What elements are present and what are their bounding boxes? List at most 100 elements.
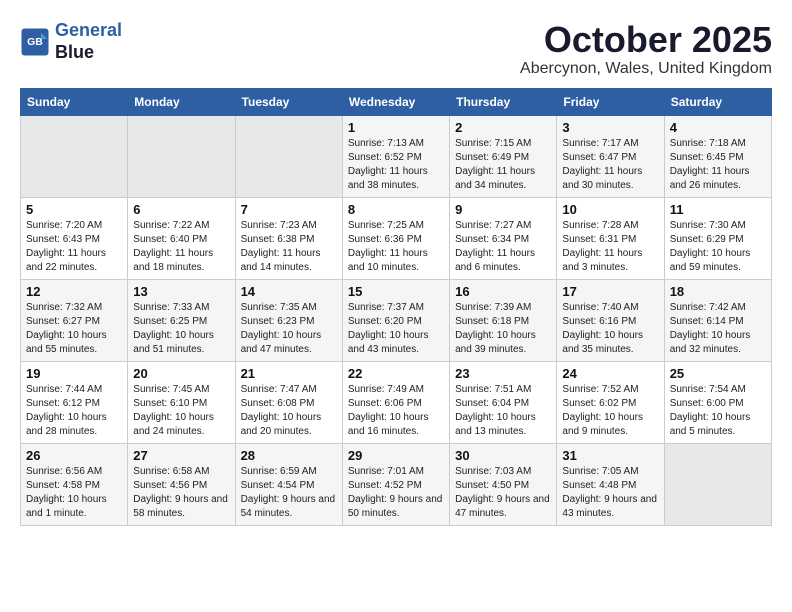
day-number: 27	[133, 448, 229, 463]
day-info: Sunrise: 7:18 AMSunset: 6:45 PMDaylight:…	[670, 137, 766, 193]
day-info: Sunrise: 7:05 AMSunset: 4:48 PMDaylight:…	[562, 465, 658, 521]
day-info: Sunrise: 6:58 AMSunset: 4:56 PMDaylight:…	[133, 465, 229, 521]
day-number: 18	[670, 284, 766, 299]
day-info: Sunrise: 7:37 AMSunset: 6:20 PMDaylight:…	[348, 301, 444, 357]
day-info: Sunrise: 7:15 AMSunset: 6:49 PMDaylight:…	[455, 137, 551, 193]
day-info: Sunrise: 7:51 AMSunset: 6:04 PMDaylight:…	[455, 383, 551, 439]
day-info: Sunrise: 7:17 AMSunset: 6:47 PMDaylight:…	[562, 137, 658, 193]
day-number: 12	[26, 284, 122, 299]
day-info: Sunrise: 7:45 AMSunset: 6:10 PMDaylight:…	[133, 383, 229, 439]
day-info: Sunrise: 6:56 AMSunset: 4:58 PMDaylight:…	[26, 465, 122, 521]
calendar-cell: 10 Sunrise: 7:28 AMSunset: 6:31 PMDayligh…	[557, 197, 664, 279]
day-info: Sunrise: 7:47 AMSunset: 6:08 PMDaylight:…	[241, 383, 337, 439]
calendar-cell: 25 Sunrise: 7:54 AMSunset: 6:00 PMDayligh…	[664, 361, 771, 443]
day-number: 16	[455, 284, 551, 299]
day-info: Sunrise: 7:30 AMSunset: 6:29 PMDaylight:…	[670, 219, 766, 275]
calendar-cell: 7 Sunrise: 7:23 AMSunset: 6:38 PMDaylight…	[235, 197, 342, 279]
day-info: Sunrise: 7:49 AMSunset: 6:06 PMDaylight:…	[348, 383, 444, 439]
day-number: 25	[670, 366, 766, 381]
calendar-cell: 22 Sunrise: 7:49 AMSunset: 6:06 PMDayligh…	[342, 361, 449, 443]
day-info: Sunrise: 7:40 AMSunset: 6:16 PMDaylight:…	[562, 301, 658, 357]
day-number: 13	[133, 284, 229, 299]
calendar-cell: 29Sunrise: 7:01 AMSunset: 4:52 PMDayligh…	[342, 443, 449, 525]
calendar-cell: 3 Sunrise: 7:17 AMSunset: 6:47 PMDaylight…	[557, 115, 664, 197]
calendar-cell: 20 Sunrise: 7:45 AMSunset: 6:10 PMDayligh…	[128, 361, 235, 443]
calendar-cell: 16Sunrise: 7:39 AMSunset: 6:18 PMDayligh…	[450, 279, 557, 361]
calendar-cell	[21, 115, 128, 197]
day-number: 20	[133, 366, 229, 381]
day-info: Sunrise: 7:42 AMSunset: 6:14 PMDaylight:…	[670, 301, 766, 357]
calendar-cell	[128, 115, 235, 197]
calendar-cell: 13 Sunrise: 7:33 AMSunset: 6:25 PMDayligh…	[128, 279, 235, 361]
day-info: Sunrise: 7:35 AMSunset: 6:23 PMDaylight:…	[241, 301, 337, 357]
calendar-cell: 31 Sunrise: 7:05 AMSunset: 4:48 PMDayligh…	[557, 443, 664, 525]
day-number: 9	[455, 202, 551, 217]
weekday-header: Friday	[557, 88, 664, 115]
day-number: 1	[348, 120, 444, 135]
calendar-cell: 1Sunrise: 7:13 AMSunset: 6:52 PMDaylight…	[342, 115, 449, 197]
day-number: 17	[562, 284, 658, 299]
calendar-cell: 6 Sunrise: 7:22 AMSunset: 6:40 PMDaylight…	[128, 197, 235, 279]
day-number: 22	[348, 366, 444, 381]
title-block: October 2025 Abercynon, Wales, United Ki…	[520, 20, 772, 78]
weekday-header: Sunday	[21, 88, 128, 115]
day-number: 19	[26, 366, 122, 381]
day-info: Sunrise: 7:28 AMSunset: 6:31 PMDaylight:…	[562, 219, 658, 275]
day-number: 10	[562, 202, 658, 217]
day-number: 11	[670, 202, 766, 217]
calendar-cell: 19 Sunrise: 7:44 AMSunset: 6:12 PMDayligh…	[21, 361, 128, 443]
day-info: Sunrise: 7:03 AMSunset: 4:50 PMDaylight:…	[455, 465, 551, 521]
calendar-cell: 26 Sunrise: 6:56 AMSunset: 4:58 PMDayligh…	[21, 443, 128, 525]
calendar-cell: 5 Sunrise: 7:20 AMSunset: 6:43 PMDaylight…	[21, 197, 128, 279]
weekday-header: Thursday	[450, 88, 557, 115]
calendar-cell: 23 Sunrise: 7:51 AMSunset: 6:04 PMDayligh…	[450, 361, 557, 443]
calendar-cell	[664, 443, 771, 525]
calendar-cell: 12 Sunrise: 7:32 AMSunset: 6:27 PMDayligh…	[21, 279, 128, 361]
day-number: 31	[562, 448, 658, 463]
weekday-header: Tuesday	[235, 88, 342, 115]
calendar-cell: 11 Sunrise: 7:30 AMSunset: 6:29 PMDayligh…	[664, 197, 771, 279]
day-number: 14	[241, 284, 337, 299]
day-info: Sunrise: 7:23 AMSunset: 6:38 PMDaylight:…	[241, 219, 337, 275]
day-number: 2	[455, 120, 551, 135]
day-info: Sunrise: 7:44 AMSunset: 6:12 PMDaylight:…	[26, 383, 122, 439]
day-info: Sunrise: 7:22 AMSunset: 6:40 PMDaylight:…	[133, 219, 229, 275]
weekday-header: Saturday	[664, 88, 771, 115]
logo: GB General Blue	[20, 20, 122, 63]
calendar-cell: 28 Sunrise: 6:59 AMSunset: 4:54 PMDayligh…	[235, 443, 342, 525]
day-number: 6	[133, 202, 229, 217]
day-number: 26	[26, 448, 122, 463]
calendar-cell: 8Sunrise: 7:25 AMSunset: 6:36 PMDaylight…	[342, 197, 449, 279]
day-number: 28	[241, 448, 337, 463]
calendar-cell: 9 Sunrise: 7:27 AMSunset: 6:34 PMDaylight…	[450, 197, 557, 279]
calendar-cell: 18 Sunrise: 7:42 AMSunset: 6:14 PMDayligh…	[664, 279, 771, 361]
calendar-cell: 15Sunrise: 7:37 AMSunset: 6:20 PMDayligh…	[342, 279, 449, 361]
day-number: 4	[670, 120, 766, 135]
day-number: 7	[241, 202, 337, 217]
day-number: 5	[26, 202, 122, 217]
logo-text: General Blue	[55, 20, 122, 63]
svg-text:GB: GB	[27, 36, 43, 48]
day-number: 8	[348, 202, 444, 217]
month-title: October 2025	[520, 20, 772, 60]
calendar-cell: 14 Sunrise: 7:35 AMSunset: 6:23 PMDayligh…	[235, 279, 342, 361]
calendar-cell: 4 Sunrise: 7:18 AMSunset: 6:45 PMDaylight…	[664, 115, 771, 197]
day-info: Sunrise: 7:20 AMSunset: 6:43 PMDaylight:…	[26, 219, 122, 275]
calendar-cell: 27 Sunrise: 6:58 AMSunset: 4:56 PMDayligh…	[128, 443, 235, 525]
calendar-cell	[235, 115, 342, 197]
day-number: 21	[241, 366, 337, 381]
calendar-cell: 2 Sunrise: 7:15 AMSunset: 6:49 PMDaylight…	[450, 115, 557, 197]
day-info: Sunrise: 7:33 AMSunset: 6:25 PMDaylight:…	[133, 301, 229, 357]
day-number: 23	[455, 366, 551, 381]
day-number: 29	[348, 448, 444, 463]
day-number: 3	[562, 120, 658, 135]
calendar-cell: 21 Sunrise: 7:47 AMSunset: 6:08 PMDayligh…	[235, 361, 342, 443]
calendar-cell: 24 Sunrise: 7:52 AMSunset: 6:02 PMDayligh…	[557, 361, 664, 443]
location: Abercynon, Wales, United Kingdom	[520, 60, 772, 78]
day-info: Sunrise: 7:27 AMSunset: 6:34 PMDaylight:…	[455, 219, 551, 275]
day-info: Sunrise: 6:59 AMSunset: 4:54 PMDaylight:…	[241, 465, 337, 521]
day-info: Sunrise: 7:54 AMSunset: 6:00 PMDaylight:…	[670, 383, 766, 439]
day-number: 24	[562, 366, 658, 381]
day-info: Sunrise: 7:52 AMSunset: 6:02 PMDaylight:…	[562, 383, 658, 439]
day-info: Sunrise: 7:32 AMSunset: 6:27 PMDaylight:…	[26, 301, 122, 357]
